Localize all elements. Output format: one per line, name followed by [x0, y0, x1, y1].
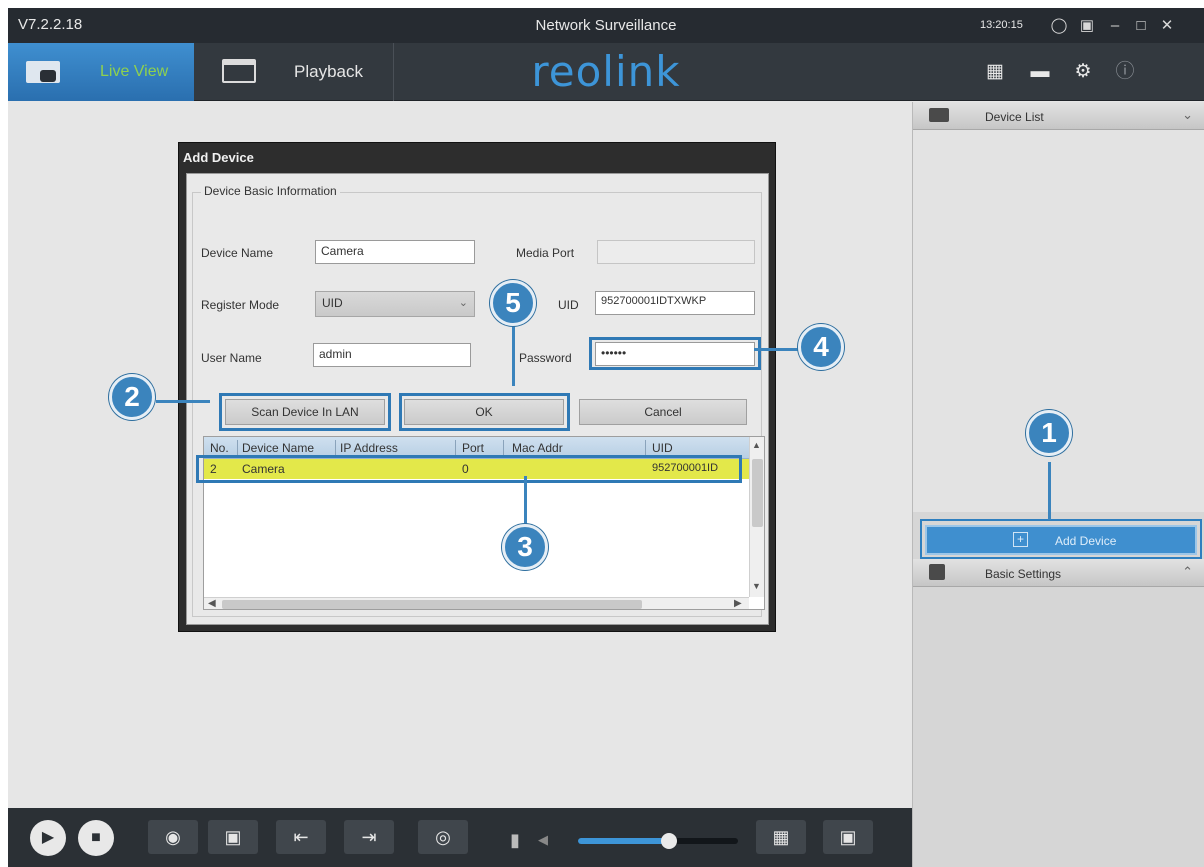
play-icon: ▶ — [41, 829, 55, 846]
user-name-field[interactable]: admin — [313, 343, 471, 367]
col-separator — [503, 440, 504, 456]
step-2-connector — [156, 400, 210, 403]
dialog-title: Add Device — [183, 150, 254, 165]
next-button[interactable]: ⇥ — [344, 820, 394, 854]
uid-field[interactable]: 952700001IDTXWKP — [595, 291, 755, 315]
scroll-right-icon[interactable]: ▶ — [734, 598, 742, 609]
step-3-connector — [524, 476, 527, 528]
bottom-toolbar: ▶ ■ ◉ ▣ ⇤ ⇥ ◎ ▮ ◀ ▦ ▣ — [8, 808, 912, 867]
col-uid: UID — [652, 441, 673, 455]
settings-icon[interactable]: ⚙ — [1071, 60, 1095, 84]
chevron-down-icon[interactable]: ⌄ — [1182, 107, 1193, 123]
col-no: No. — [210, 441, 229, 455]
step-1-connector — [1048, 462, 1051, 520]
device-list-label: Device List — [985, 110, 1044, 124]
record-button[interactable]: ▣ — [208, 820, 258, 854]
basic-settings-icon — [929, 564, 945, 580]
network-icon[interactable]: ▣ — [1078, 17, 1096, 35]
col-separator — [645, 440, 646, 456]
horizontal-scroll-thumb[interactable] — [222, 600, 642, 609]
device-list-icon — [929, 108, 949, 122]
password-highlight — [589, 337, 761, 370]
step-2-badge: 2 — [109, 374, 155, 420]
scroll-down-icon[interactable]: ▼ — [752, 581, 761, 591]
microphone-icon[interactable]: ▮ — [510, 830, 520, 851]
chevron-down-icon: ⌄ — [458, 297, 468, 309]
horizontal-scrollbar[interactable]: ◀ ▶ — [204, 597, 749, 609]
media-port-field — [597, 240, 755, 264]
step-4-badge: 4 — [798, 324, 844, 370]
snapshot-button[interactable]: ◉ — [148, 820, 198, 854]
close-icon[interactable]: ✕ — [1158, 17, 1176, 35]
device-list-area — [913, 130, 1204, 512]
layout-button[interactable]: ▦ — [756, 820, 806, 854]
minimize-icon[interactable]: – — [1106, 17, 1124, 35]
previous-button[interactable]: ⇤ — [276, 820, 326, 854]
reolink-logo: reolink — [531, 47, 681, 96]
scan-button-highlight — [219, 393, 391, 431]
disk-icon[interactable]: ▦ — [983, 60, 1007, 84]
col-port: Port — [462, 441, 485, 455]
info-icon[interactable]: ⓘ — [1113, 60, 1137, 84]
cancel-button[interactable]: Cancel — [579, 399, 747, 425]
media-port-label: Media Port — [516, 246, 575, 260]
device-manager-icon[interactable]: ▬ — [1028, 60, 1052, 84]
scroll-left-icon[interactable]: ◀ — [208, 598, 216, 609]
maximize-icon[interactable]: □ — [1132, 17, 1150, 35]
col-separator — [237, 440, 238, 456]
layout-icon: ▦ — [772, 827, 790, 847]
window-title: Network Surveillance — [535, 17, 677, 34]
eye-button[interactable]: ◎ — [418, 820, 468, 854]
globe-icon[interactable]: ◯ — [1050, 17, 1068, 35]
stop-button[interactable]: ■ — [78, 820, 114, 856]
device-list-header[interactable]: Device List ⌄ — [913, 102, 1204, 130]
register-mode-value: UID — [322, 296, 343, 310]
basic-settings-header[interactable]: Basic Settings ⌃ — [913, 559, 1204, 587]
speaker-icon[interactable]: ◀ — [538, 832, 548, 848]
col-separator — [335, 440, 336, 456]
volume-knob[interactable] — [661, 833, 678, 849]
clock: 13:20:15 — [980, 19, 1023, 31]
row-highlight — [196, 455, 742, 483]
basic-settings-label: Basic Settings — [985, 567, 1062, 581]
device-name-field[interactable]: Camera — [315, 240, 475, 264]
volume-fill — [578, 838, 670, 844]
title-bar: V7.2.2.18 Network Surveillance 13:20:15 … — [8, 8, 1204, 43]
step-5-connector — [512, 326, 515, 386]
chevron-up-icon[interactable]: ⌃ — [1182, 564, 1193, 580]
col-separator — [455, 440, 456, 456]
play-button[interactable]: ▶ — [30, 820, 66, 856]
fullscreen-icon: ▣ — [839, 827, 857, 847]
register-mode-label: Register Mode — [201, 298, 280, 312]
vertical-scrollbar[interactable]: ▲ ▼ — [749, 437, 764, 597]
previous-icon: ⇤ — [293, 827, 309, 847]
step-3-badge: 3 — [502, 524, 548, 570]
scroll-up-icon[interactable]: ▲ — [752, 440, 761, 450]
device-name-label: Device Name — [201, 246, 274, 260]
password-label: Password — [519, 351, 572, 365]
right-panel: Device List ⌄ + Add Device Basic Setting… — [912, 102, 1204, 867]
group-title: Device Basic Information — [201, 184, 340, 198]
nav-bar: Live View Playback reolink ▦ ▬ ⚙ ⓘ — [8, 43, 1204, 101]
col-ip-address: IP Address — [340, 441, 398, 455]
eye-icon: ◎ — [435, 827, 451, 847]
uid-label: UID — [558, 298, 579, 312]
col-mac-addr: Mac Addr — [512, 441, 563, 455]
fullscreen-button[interactable]: ▣ — [823, 820, 873, 854]
volume-slider[interactable] — [578, 833, 738, 849]
step-4-connector — [754, 348, 804, 351]
next-icon: ⇥ — [361, 827, 377, 847]
snapshot-icon: ◉ — [165, 827, 181, 847]
step-1-badge: 1 — [1026, 410, 1072, 456]
ok-button-highlight — [399, 393, 570, 431]
step-5-badge: 5 — [490, 280, 536, 326]
stop-icon: ■ — [91, 829, 101, 846]
record-icon: ▣ — [224, 827, 242, 847]
add-device-highlight — [920, 519, 1202, 559]
user-name-label: User Name — [201, 351, 262, 365]
col-device-name: Device Name — [242, 441, 315, 455]
app-window: V7.2.2.18 Network Surveillance 13:20:15 … — [8, 8, 1204, 867]
register-mode-select[interactable]: UID ⌄ — [315, 291, 475, 317]
vertical-scroll-thumb[interactable] — [752, 459, 763, 527]
